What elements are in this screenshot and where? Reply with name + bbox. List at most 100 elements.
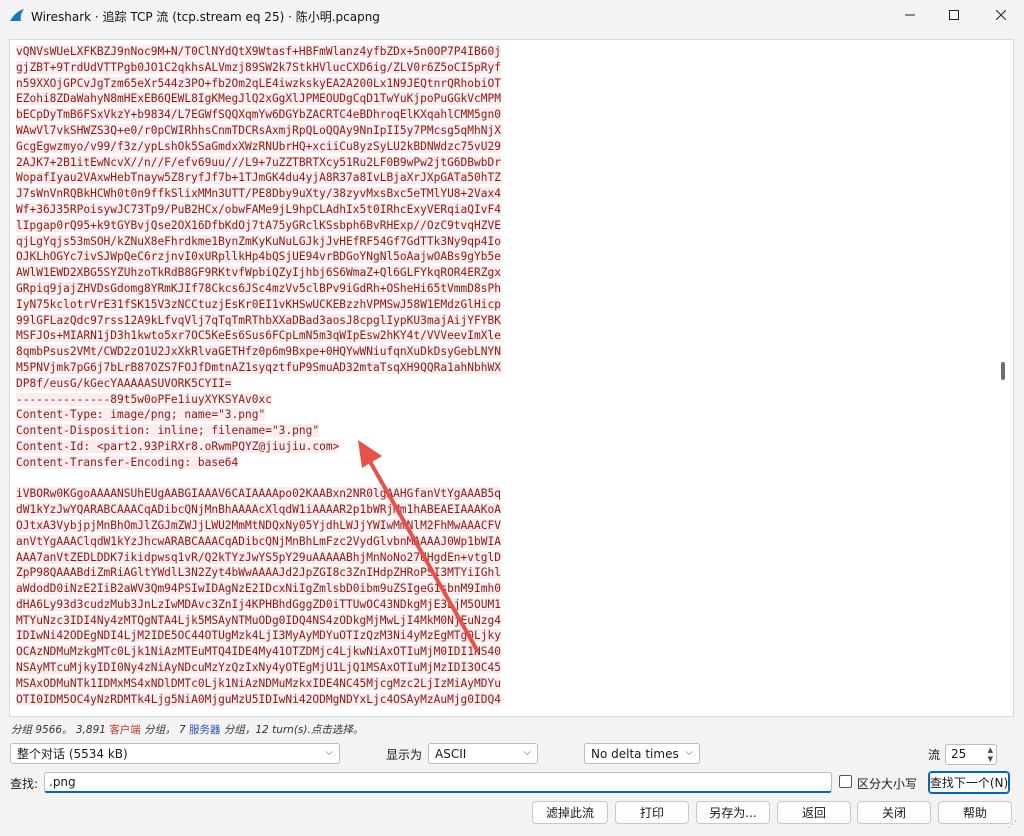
stream-line: MSAxODMuNTk1IDMxMS4xNDlDMTc0Ljk1NiAzNDMu… [16,676,996,692]
minimize-button[interactable] [887,0,933,31]
stream-line: ZpP98QAAABdiZmRiAGltYWdlL3N2Zyt4bWwAAAAJ… [16,565,996,581]
stream-line-text: WAwVl7vkSHWZS3Q+e0/r0pCWIRhhsCnmTDCRsAxm… [16,123,501,137]
chevron-down-icon: ⌵ [685,747,693,758]
stream-line: IyN75kclotrVrE31fSK15V3zNCCtuzjEsKr0EI1v… [16,297,996,313]
stream-text[interactable]: vQNVsWUeLXFKBZJ9nNoc9M+N/T0ClNYdQtX9Wtas… [16,44,996,707]
stream-line-text: J7sWnVnRQBkHCWh0t0n9ffkSlixMMn3UTT/PE8Db… [16,187,501,201]
stream-line-text: anVtYgAAAClqdW1kYzJhcwARABCAAACqADibcQNj… [16,534,501,548]
stream-line: Content-Type: image/png; name="3.png" [16,407,996,423]
stream-line-text: Content-Type: image/png; name="3.png" [16,408,266,422]
stream-line [16,471,996,487]
stream-line: WopafIyau2VAxwHebTnayw5Z8ryfJf7b+1TJmGK4… [16,170,996,186]
close-button[interactable]: 关闭 [857,801,931,824]
save-as-button[interactable]: 另存为... [696,801,770,824]
stream-line: dW1kYzJwYQARABCAAACqADibcQNjMnBhAAAAcXlq… [16,502,996,518]
search-label: 查找: [10,777,39,791]
stream-status: 分组 9566。 3,891 客户端 分组， 7 服务器 分组，12 turn(… [11,722,363,737]
stream-line: gjZBT+9TrdUdVTTPgb0JO1C2qkhsALVmzj89SW2k… [16,60,996,76]
stream-line-text: aWdodD0iNzE2IiB2aWV3Qm94PSIwIDAgNzE2IDcx… [16,582,501,596]
stream-line-text: OTI0IDM5OC4yNzRDMTk4Ljg5NiA0MjguMzU5IDIw… [16,692,501,706]
status-mid: 分组， [144,724,176,736]
stream-line-text: AWlW1EWD2XBG5SYZUhzoTkRdB8GF9RKtvfWpbiQZ… [16,266,501,280]
show-as-select[interactable]: ASCII ⌵ [428,743,538,764]
stream-line: Wf+36J35RPoisywJC73Tp9/PuB2HCx/obwFAMe9j… [16,202,996,218]
stream-line-text: DP8f/eusG/kGecYAAAAASUVORK5CYII= [16,376,232,390]
stream-line-text: gjZBT+9TrdUdVTTPgb0JO1C2qkhsALVmzj89SW2k… [16,60,501,74]
conversation-select[interactable]: 整个对话 (5534 kB) ⌵ [10,743,340,764]
stream-line-text: 99lGFLazQdc97rss12A9kLfvqVlj7qTqTmRThbXX… [16,313,501,327]
stream-line: 2AJK7+2B1itEwNcvX//n//F/efv69uu///L9+7uZ… [16,155,996,171]
stream-line: WAwVl7vkSHWZS3Q+e0/r0pCWIRhhsCnmTDCRsAxm… [16,123,996,139]
stream-number-spinner[interactable]: 25 ▲ ▼ [945,744,997,765]
window-title: Wireshark · 追踪 TCP 流 (tcp.stream eq 25) … [31,10,380,24]
vertical-scrollbar[interactable] [1001,362,1005,380]
stream-line-text: EZohi8ZDaWahyN8mHExEB6QEWL8IgKMegJlQ2xGg… [16,92,501,106]
status-server-count: 7 [179,724,186,736]
stream-line-text: M5PNVjmk7pG6j7bLrB87OZS7FOJfDmtnAZ1syqzt… [16,360,501,374]
title-bar: Wireshark · 追踪 TCP 流 (tcp.stream eq 25) … [0,0,1024,31]
minimize-icon [905,9,915,23]
stream-label: 流 [928,748,941,762]
stream-line: OJKLhOGYc7ivSJWpQeC6rzjnvI0xURpllkHp4bQS… [16,249,996,265]
stream-line: Content-Disposition: inline; filename="3… [16,423,996,439]
close-window-button[interactable] [978,0,1024,31]
filter-out-stream-button[interactable]: 滤掉此流 [532,801,608,824]
stream-line-text: dW1kYzJwYQARABCAAACqADibcQNjMnBhAAAAcXlq… [16,503,501,517]
wireshark-fin-icon [9,8,25,22]
stream-line: NSAyMTcuMjkyIDI0Ny4zNiAyNDcuMzYzQzIxNy4y… [16,660,996,676]
stream-line-text: Wf+36J35RPoisywJC73Tp9/PuB2HCx/obwFAMe9j… [16,202,501,216]
status-server-label[interactable]: 服务器 [189,724,221,736]
stream-line-text: OJtxA3VybjpjMnBhOmJlZGJmZWJjLWU2MmMtNDQx… [16,518,501,532]
spin-arrows-icon[interactable]: ▲ ▼ [988,746,993,764]
delta-times-value: No delta times [591,746,679,761]
stream-line-text: Content-Transfer-Encoding: base64 [16,455,239,469]
stream-line: EZohi8ZDaWahyN8mHExEB6QEWL8IgKMegJlQ2xGg… [16,91,996,107]
resize-grip-icon[interactable]: ⋰ [1008,820,1020,832]
stream-line: Content-Transfer-Encoding: base64 [16,455,996,471]
stream-line-text: ZpP98QAAABdiZmRiAGltYWdlL3N2Zyt4bWwAAAAJ… [16,566,501,580]
search-input-value: .png [49,775,76,789]
case-sensitive-label: 区分大小写 [857,777,918,791]
stream-line: IDIwNi42ODEgNDI4LjM2IDE5OC44OTUgMzk4LjI3… [16,628,996,644]
show-as-value: ASCII [435,746,467,761]
stream-line-text: IDIwNi42ODEgNDI4LjM2IDE5OC44OTUgMzk4LjI3… [16,629,501,643]
maximize-icon [949,9,959,23]
stream-line: bECpDyTmB6FSxVkzY+b9834/L7EGWfSQQXqmYw6D… [16,107,996,123]
stream-line: dHA6Ly93d3cudzMub3JnLzIwMDAvc3ZnIj4KPHBh… [16,597,996,613]
stream-line-text: AAA7anVtZEDLDDK7ikidpwsq1vR/Q2kTYzJwYS5p… [16,550,501,564]
stream-line: aWdodD0iNzE2IiB2aWV3Qm94PSIwIDAgNzE2IDcx… [16,581,996,597]
stream-line-text: GcgEgwzmyo/v99/f3z/ypLshOk5SaGmdxXWzRNUb… [16,139,501,153]
status-prefix: 分组 9566。 [11,724,73,736]
stream-line: DP8f/eusG/kGecYAAAAASUVORK5CYII= [16,376,996,392]
back-button[interactable]: 返回 [777,801,851,824]
chevron-down-icon: ⌵ [325,747,333,758]
stream-line: 99lGFLazQdc97rss12A9kLfvqVlj7qTqTmRThbXX… [16,313,996,329]
stream-line-text: MTYuNzc3IDI4Ny4zMTQgNTA4Ljk5MSAyNTMuODg0… [16,613,501,627]
stream-line: MTYuNzc3IDI4Ny4zMTQgNTA4Ljk5MSAyNTMuODg0… [16,613,996,629]
show-as-label: 显示为 [386,748,423,762]
status-client-count: 3,891 [75,724,106,736]
help-button[interactable]: 帮助 [938,801,1012,824]
find-next-button[interactable]: 查找下一个(N) [928,771,1010,794]
stream-line-text: NSAyMTcuMjkyIDI0Ny4zNiAyNDcuMzYzQzIxNy4y… [16,661,501,675]
stream-content-pane[interactable]: vQNVsWUeLXFKBZJ9nNoc9M+N/T0ClNYdQtX9Wtas… [9,39,1014,717]
search-input[interactable]: .png [44,772,832,793]
stream-line: OJtxA3VybjpjMnBhOmJlZGJmZWJjLWU2MmMtNDQx… [16,518,996,534]
stream-line: lIpgap0rQ95+k9tGYBvjQse2OX16DfbKdOj7tA75… [16,218,996,234]
stream-line: vQNVsWUeLXFKBZJ9nNoc9M+N/T0ClNYdQtX9Wtas… [16,44,996,60]
maximize-button[interactable] [931,0,977,31]
delta-times-select[interactable]: No delta times ⌵ [584,743,700,764]
stream-line: M5PNVjmk7pG6j7bLrB87OZS7FOJfDmtnAZ1syqzt… [16,360,996,376]
stream-line: iVBORw0KGgoAAAANSUhEUgAABGIAAAV6CAIAAAAp… [16,486,996,502]
close-icon [995,9,1007,23]
stream-line-text: qjLgYqjs53mSOH/kZNuX8eFhrdkme1BynZmKyKuN… [16,234,501,248]
case-sensitive-checkbox[interactable] [839,775,852,788]
print-button[interactable]: 打印 [615,801,689,824]
stream-line: GRpiq9jajZHVDsGdomg8YRmKJIf78Ckcs6JSc4mz… [16,281,996,297]
stream-line-text: iVBORw0KGgoAAAANSUhEUgAABGIAAAV6CAIAAAAp… [16,487,501,501]
stream-line: AAA7anVtZEDLDDK7ikidpwsq1vR/Q2kTYzJwYS5p… [16,550,996,566]
status-suffix: 分组，12 turn(s).点击选择。 [223,724,364,736]
status-client-label[interactable]: 客户端 [109,724,141,736]
stream-line-text: OCAzNDMuMzkgMTc0Ljk1NiAzMTEuMTQ4IDE4My41… [16,645,501,659]
stream-line-text: MSAxODMuNTk1IDMxMS4xNDlDMTc0Ljk1NiAzNDMu… [16,676,501,690]
